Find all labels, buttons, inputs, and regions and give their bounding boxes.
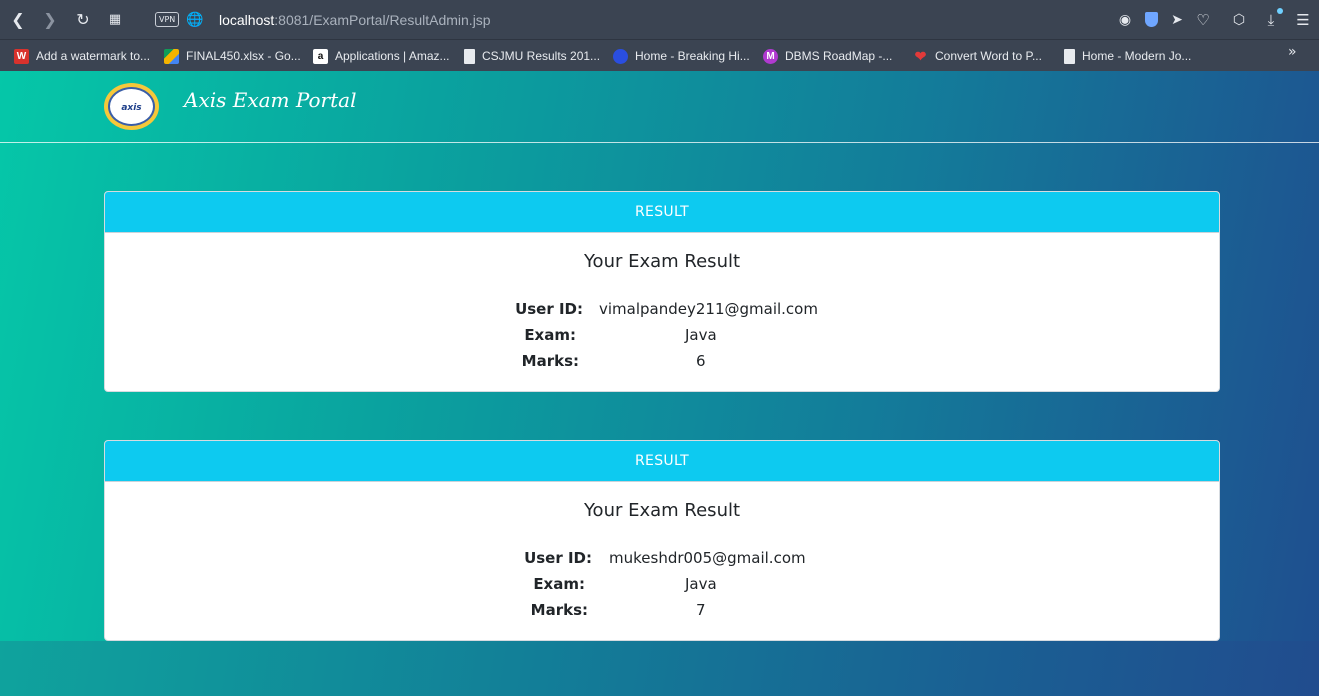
marks-label: Marks: — [521, 352, 579, 370]
result-title: Your Exam Result — [583, 251, 741, 272]
user-id-value: mukeshdr005@gmail.com — [609, 549, 806, 567]
marks-row: Marks: — [105, 352, 579, 372]
bookmark-breaking[interactable]: Home - Breaking Hi... — [613, 46, 750, 66]
exam-label: Exam: — [524, 326, 576, 344]
user-id-label: User ID: — [524, 549, 592, 567]
exam-label: Exam: — [533, 575, 585, 593]
url-host: localhost — [219, 12, 275, 28]
bookmark-label: Applications | Amaz... — [335, 49, 450, 63]
globe-icon — [613, 48, 628, 64]
notification-dot — [1277, 8, 1283, 14]
logo-text: axis — [121, 103, 142, 113]
bookmark-label: Add a watermark to... — [36, 49, 151, 63]
bookmark-final450[interactable]: FINAL450.xlsx - Go... — [164, 46, 301, 66]
file-icon — [464, 48, 475, 64]
bookmark-amazon[interactable]: a Applications | Amaz... — [313, 46, 450, 66]
user-id-row: User ID: — [105, 549, 592, 569]
result-card-header: RESULT — [105, 192, 1219, 233]
bookmark-label: Home - Modern Jo... — [1082, 49, 1192, 63]
user-id-value: vimalpandey211@gmail.com — [599, 300, 818, 318]
exam-value: Java — [685, 575, 717, 593]
bookmark-label: CSJMU Results 201... — [482, 49, 601, 63]
bookmark-dbms[interactable]: M DBMS RoadMap -... — [763, 46, 892, 66]
bookmark-watermark[interactable]: W Add a watermark to... — [14, 46, 150, 66]
reload-icon[interactable]: ↻ — [72, 9, 94, 31]
heart-icon[interactable]: ♡ — [1192, 9, 1214, 31]
brand-title[interactable]: Axis Exam Portal — [184, 88, 356, 112]
marks-value: 7 — [696, 601, 706, 619]
bookmark-csjmu[interactable]: CSJMU Results 201... — [464, 46, 600, 66]
send-icon[interactable]: ➤ — [1166, 9, 1188, 31]
exam-value: Java — [685, 326, 717, 344]
m-icon: M — [763, 48, 778, 64]
heart-icon: ❤ — [914, 47, 927, 64]
file-icon — [1064, 48, 1075, 64]
camera-icon[interactable]: ◉ — [1114, 9, 1136, 31]
exam-row: Exam: — [105, 326, 576, 346]
shield-icon[interactable] — [1145, 12, 1158, 27]
amazon-icon: a — [313, 48, 328, 64]
watermark-icon: W — [14, 48, 29, 64]
page-content: axis Axis Exam Portal RESULT Your Exam R… — [0, 71, 1319, 696]
bookmark-modern[interactable]: Home - Modern Jo... — [1064, 46, 1191, 66]
forward-icon[interactable]: ❯ — [39, 9, 61, 31]
marks-value: 6 — [696, 352, 706, 370]
bookmark-convert-word[interactable]: ❤ Convert Word to P... — [913, 46, 1042, 66]
site-info-globe-icon[interactable]: 🌐 — [184, 9, 206, 31]
tabs-grid-icon[interactable]: ▦ — [104, 9, 126, 31]
result-card-header: RESULT — [105, 441, 1219, 482]
address-bar[interactable]: localhost:8081/ExamPortal/ResultAdmin.js… — [219, 10, 491, 30]
bookmark-label: Convert Word to P... — [935, 49, 1042, 63]
marks-row: Marks: — [105, 601, 588, 621]
bookmark-label: DBMS RoadMap -... — [785, 49, 893, 63]
google-drive-icon — [164, 48, 179, 64]
box-icon[interactable]: ⬡ — [1228, 9, 1250, 31]
back-icon[interactable]: ❮ — [7, 9, 29, 31]
exam-row: Exam: — [105, 575, 585, 595]
menu-icon[interactable]: ☰ — [1292, 9, 1314, 31]
result-card: RESULT Your Exam Result User ID: mukeshd… — [104, 440, 1220, 641]
logo-emblem: axis — [108, 87, 155, 126]
browser-toolbar: ❮ ❯ ↻ ▦ VPN 🌐 localhost:8081/ExamPortal/… — [0, 0, 1319, 39]
result-title: Your Exam Result — [583, 500, 741, 521]
vpn-badge[interactable]: VPN — [155, 12, 180, 27]
url-path: :8081/ExamPortal/ResultAdmin.jsp — [274, 12, 491, 28]
bookmark-label: FINAL450.xlsx - Go... — [186, 49, 301, 63]
user-id-row: User ID: — [105, 300, 583, 320]
user-id-label: User ID: — [515, 300, 583, 318]
more-bookmarks-icon[interactable]: » — [1288, 44, 1297, 60]
navbar: axis Axis Exam Portal — [0, 71, 1319, 143]
result-card: RESULT Your Exam Result User ID: vimalpa… — [104, 191, 1220, 392]
bookmark-label: Home - Breaking Hi... — [635, 49, 750, 63]
bookmarks-bar: W Add a watermark to... FINAL450.xlsx - … — [0, 39, 1319, 71]
page-footer-area — [0, 641, 1319, 696]
college-logo[interactable]: axis — [104, 83, 159, 130]
marks-label: Marks: — [530, 601, 588, 619]
